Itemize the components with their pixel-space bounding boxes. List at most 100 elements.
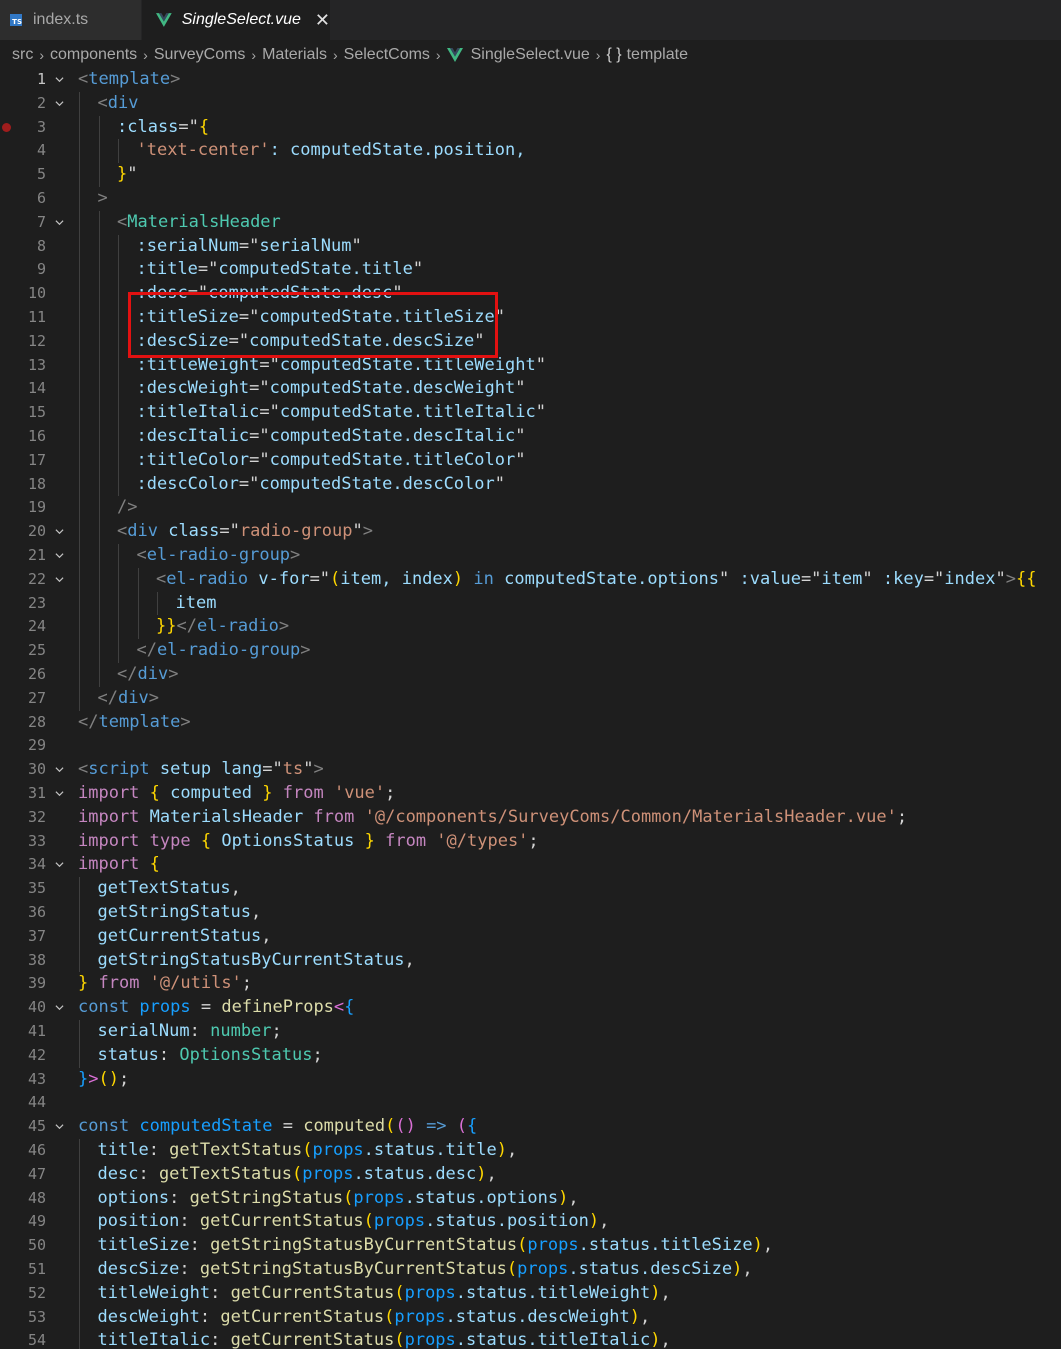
code-line[interactable]: 31 import { computed } from 'vue'; [0, 782, 1061, 806]
code-token: item [821, 568, 863, 589]
code-token: ; [118, 1068, 130, 1089]
code-token: > [168, 664, 179, 684]
chevron-down-icon[interactable] [55, 527, 64, 536]
code-line[interactable]: 40 const props = defineProps<{ [0, 996, 1061, 1020]
code-line[interactable]: 34 import { [0, 853, 1061, 877]
code-token: =" [309, 568, 331, 589]
chevron-down-icon[interactable] [55, 1003, 64, 1012]
code-editor[interactable]: 1 <template> 2 <div 3:class="{4'text-center'… [0, 68, 1061, 1349]
code-line[interactable]: 18:descColor="computedState.descColor" [0, 473, 1061, 497]
code-line[interactable]: 48 options: getStringStatus(props.status.… [0, 1187, 1061, 1211]
code-token: =" [249, 426, 270, 446]
breadcrumb-item-surveycoms[interactable]: SurveyComs [154, 46, 246, 64]
line-number: 42 [27, 1045, 46, 1064]
code-line[interactable]: 54 titleItalic: getCurrentStatus(props.st… [0, 1329, 1061, 1349]
code-line[interactable]: 15:titleItalic="computedState.titleItali… [0, 401, 1061, 425]
code-line[interactable]: 45 const computedState = computed(() => (… [0, 1115, 1061, 1139]
code-line[interactable]: 6 > [0, 187, 1061, 211]
code-token: .status.desc [353, 1163, 477, 1184]
code-line[interactable]: 5}" [0, 163, 1061, 187]
tab-singleselect-vue[interactable]: SingleSelect.vue ✕ [142, 0, 330, 40]
code-line[interactable]: 29 [0, 734, 1061, 758]
breadcrumb-item-src[interactable]: src [12, 46, 33, 64]
code-line[interactable]: 22 <el-radio v-for="(item, index) in comp… [0, 568, 1061, 592]
code-line[interactable]: 4 'text-center': computedState.position, [0, 139, 1061, 163]
chevron-down-icon[interactable] [55, 218, 64, 227]
code-token: ( [343, 1187, 354, 1208]
code-line[interactable]: 39} from '@/utils'; [0, 972, 1061, 996]
chevron-down-icon[interactable] [55, 860, 64, 869]
code-line[interactable]: 36 getStringStatus, [0, 901, 1061, 925]
breadcrumb-item-selectcoms[interactable]: SelectComs [344, 46, 430, 64]
code-token: getCurrentStatus [230, 1330, 395, 1349]
code-line[interactable]: 49 position: getCurrentStatus(props.statu… [0, 1210, 1061, 1234]
code-token: =" [923, 568, 945, 589]
code-token: () [395, 1116, 416, 1137]
chevron-down-icon[interactable] [55, 575, 64, 584]
code-text: :descItalic="computedState.descItalic" [137, 425, 526, 449]
code-line[interactable]: 23 item [0, 592, 1061, 616]
code-token: =" [238, 235, 260, 256]
code-line[interactable]: 51 descSize: getStringStatusByCurrentStat… [0, 1258, 1061, 1282]
code-line[interactable]: 14:descWeight="computedState.descWeight" [0, 377, 1061, 401]
chevron-down-icon[interactable] [55, 789, 64, 798]
code-token: import [78, 783, 140, 803]
code-line[interactable]: 30 <script setup lang="ts"> [0, 758, 1061, 782]
code-token: import [78, 854, 140, 875]
code-token: { [149, 854, 160, 875]
chevron-down-icon[interactable] [55, 551, 64, 560]
code-line[interactable]: 50 titleSize: getStringStatusByCurrentSta… [0, 1234, 1061, 1258]
code-line[interactable]: 47 desc: getTextStatus(props.status.desc)… [0, 1163, 1061, 1187]
line-number: 38 [27, 950, 46, 969]
code-line[interactable]: 19 /> [0, 496, 1061, 520]
code-line[interactable]: 46 title: getTextStatus(props.status.titl… [0, 1139, 1061, 1163]
chevron-down-icon[interactable] [55, 1122, 64, 1131]
code-line[interactable]: 41 serialNum: number; [0, 1020, 1061, 1044]
breadcrumb-item-file[interactable]: SingleSelect.vue [471, 46, 590, 64]
code-line[interactable]: 43}>(); [0, 1068, 1061, 1092]
code-line[interactable]: 35 getTextStatus, [0, 877, 1061, 901]
code-token: ( [456, 1116, 468, 1137]
tab-index-ts[interactable]: TS index.ts [0, 0, 142, 40]
code-line[interactable]: 8:serialNum="serialNum" [0, 235, 1061, 259]
code-line[interactable]: 16:descItalic="computedState.descItalic" [0, 425, 1061, 449]
code-line[interactable]: 37 getCurrentStatus, [0, 925, 1061, 949]
code-line[interactable]: 21 <el-radio-group> [0, 544, 1061, 568]
close-icon[interactable]: ✕ [315, 10, 330, 31]
chevron-right-icon: › [333, 47, 338, 63]
code-line[interactable]: 1 <template> [0, 68, 1061, 92]
code-line[interactable]: 38 getStringStatusByCurrentStatus, [0, 949, 1061, 973]
vue-file-icon [156, 13, 172, 27]
code-token: from [313, 806, 355, 827]
code-line[interactable]: 7 <MaterialsHeader [0, 211, 1061, 235]
code-line[interactable]: 20 <div class="radio-group"> [0, 520, 1061, 544]
code-line[interactable]: 25 </el-radio-group> [0, 639, 1061, 663]
chevron-down-icon[interactable] [55, 99, 64, 108]
breakpoint-icon[interactable] [2, 122, 11, 132]
chevron-down-icon[interactable] [55, 75, 64, 84]
line-number: 9 [36, 260, 46, 279]
code-token: /> [117, 497, 138, 518]
code-line[interactable]: 53 descWeight: getCurrentStatus(props.sta… [0, 1306, 1061, 1330]
code-line[interactable]: 9:title="computedState.title" [0, 258, 1061, 282]
code-token: .status.titleWeight [455, 1282, 651, 1303]
code-line[interactable]: 32 import MaterialsHeader from '@/compone… [0, 806, 1061, 830]
code-line[interactable]: 27 </div> [0, 687, 1061, 711]
code-line[interactable]: 52 titleWeight: getCurrentStatus(props.st… [0, 1282, 1061, 1306]
code-token: serialNum [259, 235, 352, 256]
code-line[interactable]: 33 import type { OptionsStatus } from '@/… [0, 830, 1061, 854]
code-line[interactable]: 24}}</el-radio> [0, 615, 1061, 639]
breadcrumb-item-components[interactable]: components [50, 46, 137, 64]
code-line[interactable]: 17:titleColor="computedState.titleColor" [0, 449, 1061, 473]
code-line[interactable]: 2 <div [0, 92, 1061, 116]
code-line[interactable]: 26 </div> [0, 663, 1061, 687]
breadcrumb-item-materials[interactable]: Materials [262, 46, 327, 64]
breadcrumb-item-template[interactable]: template [627, 46, 688, 64]
chevron-down-icon[interactable] [55, 765, 64, 774]
code-line[interactable]: 42 status: OptionsStatus; [0, 1044, 1061, 1068]
line-number: 25 [27, 641, 46, 660]
code-line[interactable]: 28 </template> [0, 711, 1061, 735]
code-line[interactable]: 44 [0, 1091, 1061, 1115]
code-line[interactable]: 3:class="{ [0, 116, 1061, 140]
